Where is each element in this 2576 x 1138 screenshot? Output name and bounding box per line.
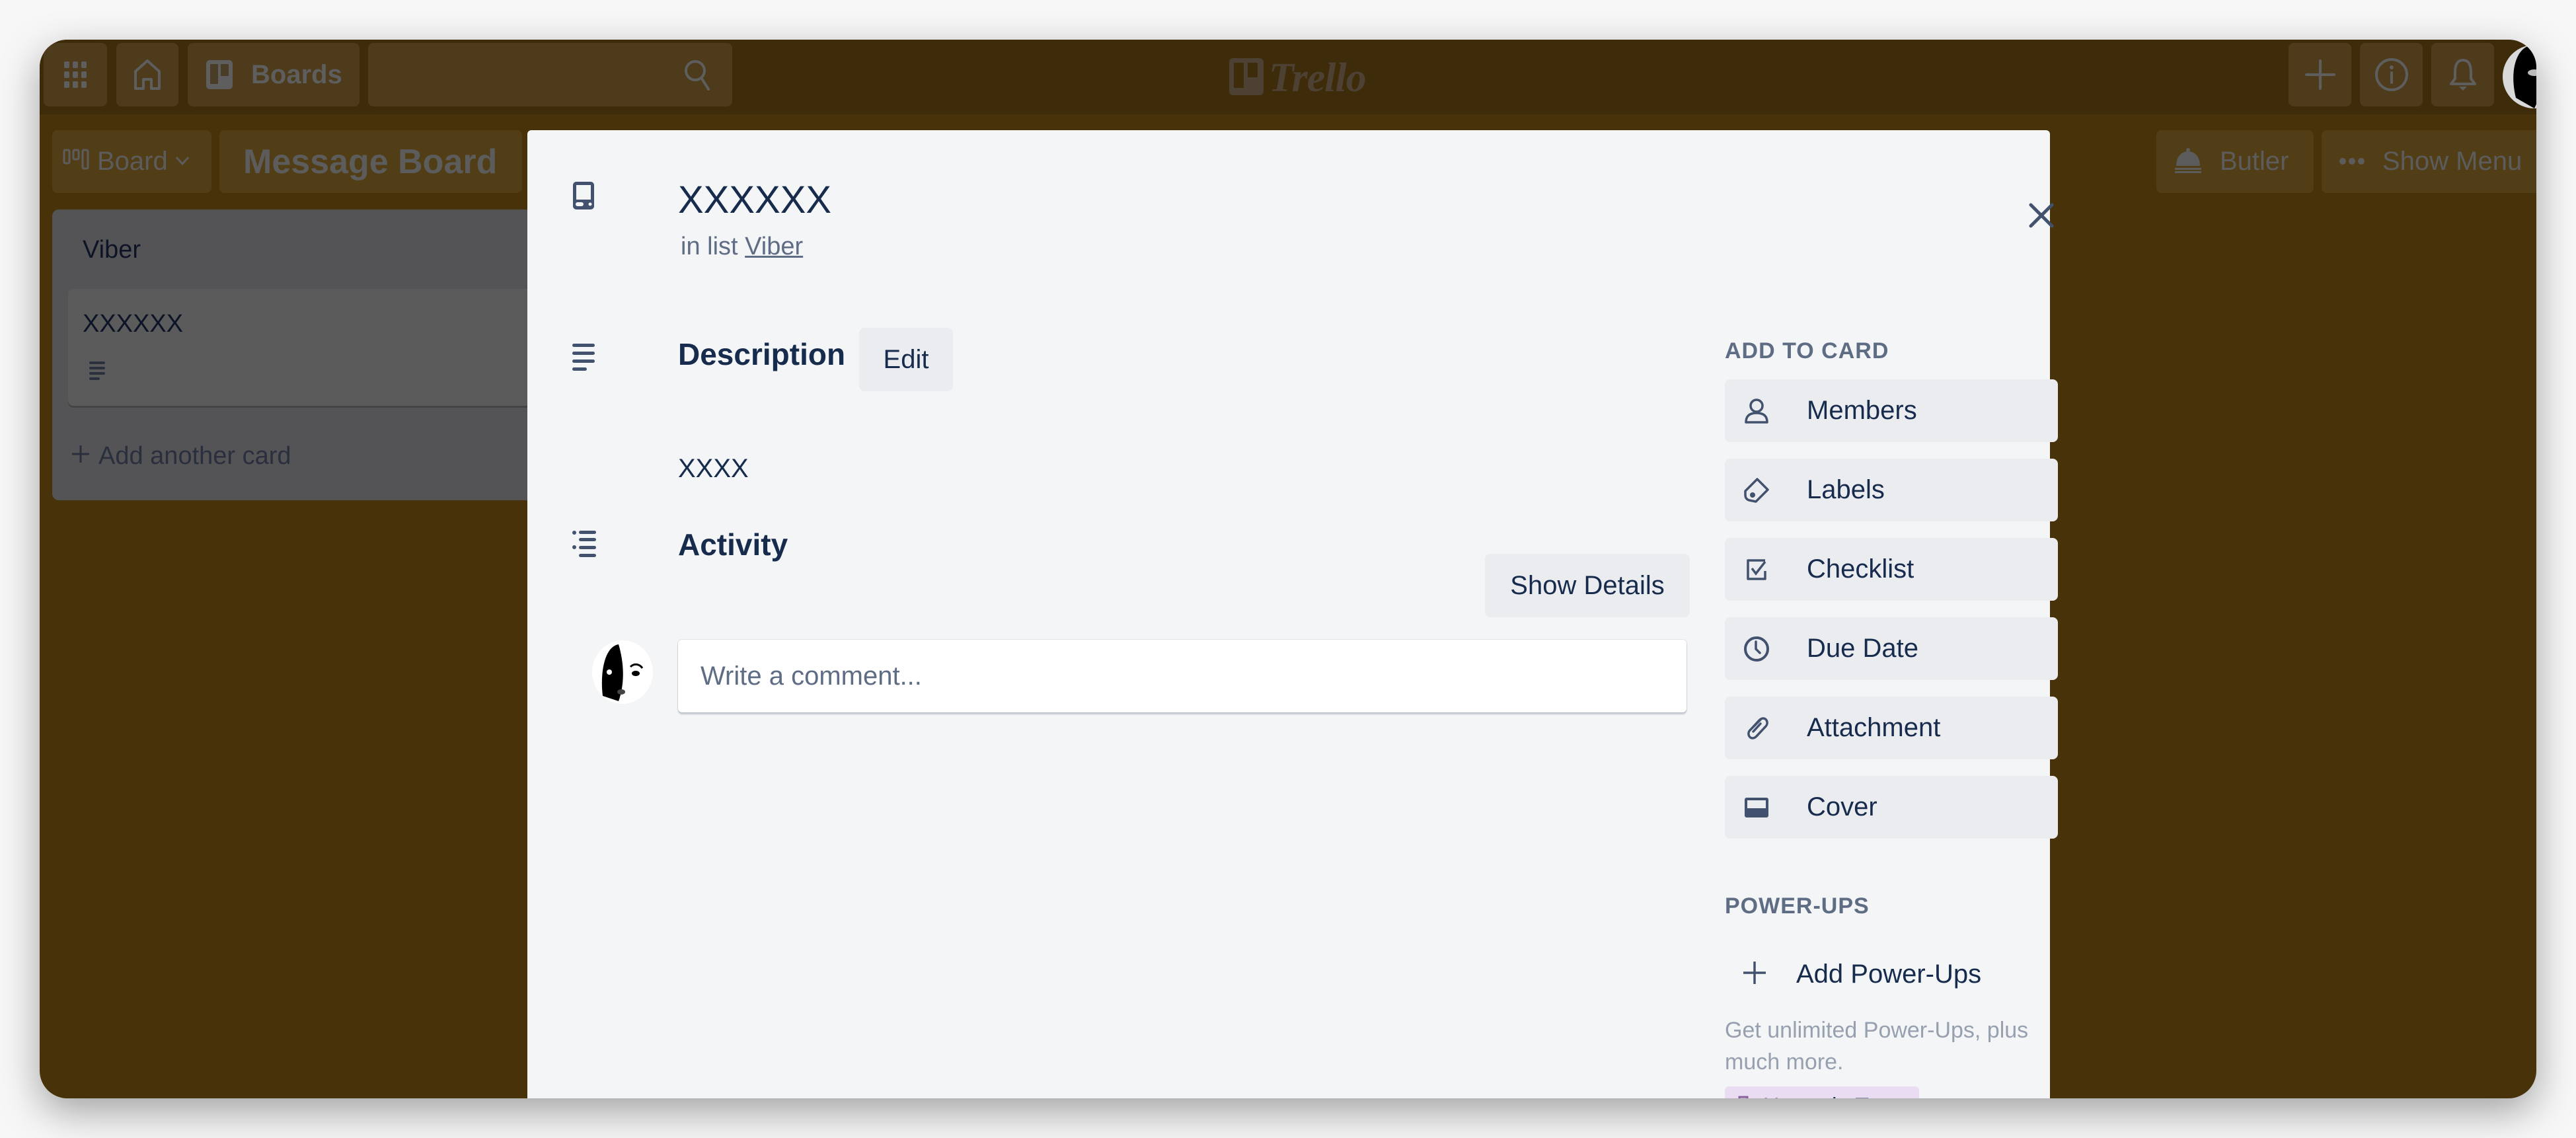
add-powerups-button[interactable]: Add Power-Ups [1725, 948, 1981, 1001]
board-title-button[interactable]: Message Board [219, 130, 522, 193]
card-detail-modal: XXXXXX in list Viber Description Edit XX… [527, 130, 2058, 1099]
card-title: XXXXXX [83, 310, 184, 338]
info-icon [2374, 57, 2409, 92]
labels-label: Labels [1807, 475, 1885, 504]
board-view-switcher[interactable]: Board [52, 130, 211, 193]
edit-description-button[interactable]: Edit [859, 328, 953, 391]
notifications-button[interactable] [2431, 43, 2494, 106]
add-card-label: Add another card [98, 442, 291, 470]
checkbox-icon [1743, 556, 1770, 583]
add-to-card-heading: ADD TO CARD [1725, 338, 1889, 363]
apps-button[interactable] [44, 43, 107, 106]
plus-icon [2304, 59, 2335, 90]
paperclip-icon [1743, 715, 1770, 741]
add-powerups-label: Add Power-Ups [1796, 959, 1982, 989]
app-window: Boards Trello Board Message Board Butler… [40, 40, 2536, 1098]
info-button[interactable] [2360, 43, 2423, 106]
board-view-icon [63, 147, 89, 176]
attachment-label: Attachment [1807, 713, 1941, 742]
show-details-button[interactable]: Show Details [1485, 554, 1690, 617]
upgrade-team-label: Upgrade Team [1763, 1094, 1910, 1099]
checklist-label: Checklist [1807, 554, 1914, 584]
bell-icon [2448, 57, 2478, 92]
checklist-button[interactable]: Checklist [1725, 538, 2058, 601]
description-icon [89, 361, 105, 383]
powerups-heading: POWER-UPS [1725, 893, 1870, 919]
bell-service-icon [2174, 147, 2203, 176]
cover-button[interactable]: Cover [1725, 776, 2058, 839]
activity-icon [572, 530, 596, 562]
briefcase-icon [1734, 1096, 1753, 1098]
clock-icon [1743, 636, 1770, 662]
butler-label: Butler [2220, 147, 2289, 176]
upgrade-team-button[interactable]: Upgrade Team [1725, 1086, 1920, 1099]
board-title: Message Board [243, 142, 498, 181]
search-icon [683, 59, 712, 91]
tag-icon [1743, 477, 1770, 504]
add-card-button[interactable]: Add another card [72, 442, 291, 471]
show-menu-label: Show Menu [2382, 147, 2522, 176]
trello-logo[interactable]: Trello [1229, 52, 1367, 104]
card-list-info: in list Viber [681, 233, 803, 261]
card-title-heading[interactable]: XXXXXX [678, 178, 831, 222]
description-icon [572, 344, 595, 375]
due-date-label: Due Date [1807, 634, 1918, 663]
top-nav: Boards Trello [40, 40, 2536, 114]
more-dots-icon [2339, 155, 2365, 168]
cover-label: Cover [1807, 792, 1877, 821]
grid-icon [64, 61, 87, 88]
list-card[interactable]: XXXXXX [68, 289, 570, 406]
attachment-button[interactable]: Attachment [1725, 697, 2058, 759]
create-button[interactable] [2289, 43, 2351, 106]
search-input[interactable] [368, 43, 732, 106]
boards-icon [205, 59, 234, 91]
boards-button[interactable]: Boards [188, 43, 360, 106]
trello-logo-icon [1229, 58, 1264, 98]
description-text[interactable]: XXXX [678, 454, 749, 484]
show-menu-button[interactable]: Show Menu [2322, 130, 2536, 193]
user-avatar[interactable] [2503, 45, 2536, 108]
boards-label: Boards [251, 59, 342, 89]
list-viber: Viber XXXXXX Add another card [52, 209, 570, 500]
close-button[interactable] [2022, 198, 2061, 236]
members-button[interactable]: Members [1725, 379, 2058, 442]
card-icon [572, 181, 595, 213]
list-title[interactable]: Viber [83, 236, 141, 264]
home-button[interactable] [116, 43, 178, 106]
comment-input[interactable] [678, 640, 1686, 712]
labels-button[interactable]: Labels [1725, 459, 2058, 521]
plus-icon [72, 442, 89, 471]
activity-heading: Activity [678, 527, 788, 562]
close-icon [2029, 203, 2054, 231]
list-link[interactable]: Viber [745, 233, 803, 260]
powerups-description: Get unlimited Power-Ups, plus much more. [1725, 1018, 2029, 1075]
board-view-label: Board [97, 147, 168, 176]
plus-icon [1743, 961, 1766, 987]
trello-logo-text: Trello [1269, 55, 1367, 100]
home-icon [133, 58, 162, 91]
person-icon [1743, 398, 1770, 424]
description-heading: Description [678, 337, 846, 371]
due-date-button[interactable]: Due Date [1725, 617, 2058, 680]
butler-button[interactable]: Butler [2156, 130, 2314, 193]
comment-avatar [592, 640, 653, 704]
in-list-prefix: in list [681, 233, 738, 260]
chevron-down-icon [174, 155, 190, 169]
cover-icon [1743, 794, 1770, 821]
members-label: Members [1807, 396, 1917, 425]
